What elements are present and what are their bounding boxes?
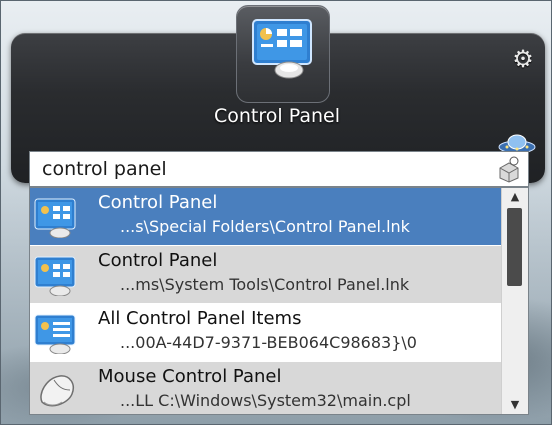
list-item[interactable]: Control Panel ...s\Special Folders\Contr… xyxy=(30,188,502,246)
list-item[interactable]: All Control Panel Items ...00A-44D7-9371… xyxy=(30,304,502,362)
scroll-down-button[interactable]: ▼ xyxy=(502,396,528,414)
result-name: Control Panel xyxy=(98,250,218,271)
results-list: Control Panel ...s\Special Folders\Contr… xyxy=(29,187,529,415)
control-panel-icon xyxy=(252,19,312,79)
scrollbar[interactable]: ▲ ▼ xyxy=(501,188,528,414)
control-panel-icon xyxy=(34,198,76,238)
search-box[interactable]: control panel xyxy=(29,151,529,187)
scrollbar-thumb[interactable] xyxy=(507,208,522,286)
launcher-window: Control Panel ⚙ control panel Control Pa… xyxy=(0,0,552,425)
result-path: ...s\Special Folders\Control Panel.lnk xyxy=(120,217,410,236)
search-input[interactable]: control panel xyxy=(42,158,167,180)
result-name: Mouse Control Panel xyxy=(98,366,282,387)
selected-item-title: Control Panel xyxy=(214,105,340,127)
search-icon[interactable] xyxy=(494,154,524,184)
list-item[interactable]: Control Panel ...ms\System Tools\Control… xyxy=(30,246,502,304)
control-panel-icon xyxy=(34,314,76,354)
mouse-icon xyxy=(40,375,74,407)
result-path: ...ms\System Tools\Control Panel.lnk xyxy=(120,275,410,294)
result-name: All Control Panel Items xyxy=(98,308,302,329)
scroll-up-button[interactable]: ▲ xyxy=(502,188,528,206)
control-panel-icon xyxy=(34,256,76,296)
gear-icon[interactable]: ⚙ xyxy=(509,45,537,73)
result-name: Control Panel xyxy=(98,192,218,213)
result-path: ...00A-44D7-9371-BEB064C98683}\0 xyxy=(120,333,417,352)
result-path: ...LL C:\Windows\System32\main.cpl xyxy=(120,391,411,410)
selected-item-icon-frame xyxy=(236,5,330,103)
list-item[interactable]: Mouse Control Panel ...LL C:\Windows\Sys… xyxy=(30,362,502,414)
